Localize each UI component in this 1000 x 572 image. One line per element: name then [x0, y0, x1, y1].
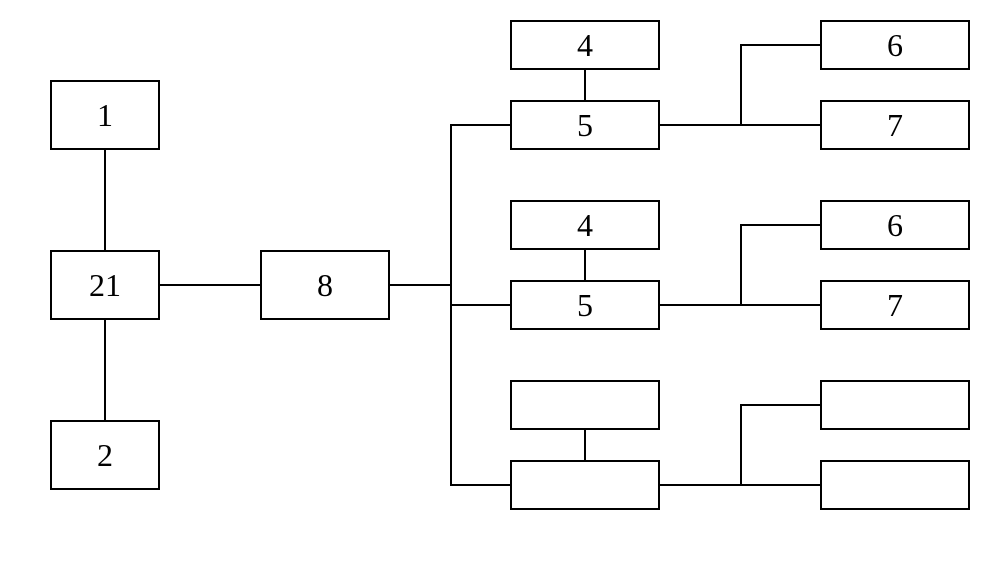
line-g1-5-to-j — [660, 124, 740, 126]
box-1: 1 — [50, 80, 160, 150]
box-g3-4 — [510, 380, 660, 430]
box-2: 2 — [50, 420, 160, 490]
line-g3-4-to-5 — [584, 430, 586, 460]
line-g2-j-to-7 — [740, 304, 820, 306]
box-g3-6 — [820, 380, 970, 430]
box-g1-6: 6 — [820, 20, 970, 70]
line-bus-to-g1-5 — [450, 124, 510, 126]
line-g1-j-to-6 — [740, 44, 820, 46]
box-g2-6: 6 — [820, 200, 970, 250]
box-g2-7: 7 — [820, 280, 970, 330]
line-1-to-21 — [104, 150, 106, 250]
box-g2-5: 5 — [510, 280, 660, 330]
line-g2-5-to-j — [660, 304, 740, 306]
line-g1-j-to-7 — [740, 124, 820, 126]
line-g1-4-to-5 — [584, 70, 586, 100]
line-21-to-8 — [160, 284, 260, 286]
line-g2-j-vert — [740, 224, 742, 306]
box-g1-4: 4 — [510, 20, 660, 70]
box-g3-7 — [820, 460, 970, 510]
line-g3-j-to-6 — [740, 404, 820, 406]
line-g3-j-vert — [740, 404, 742, 486]
line-g1-j-vert — [740, 44, 742, 126]
box-g2-4: 4 — [510, 200, 660, 250]
line-g3-j-to-7 — [740, 484, 820, 486]
line-g3-5-to-j — [660, 484, 740, 486]
line-g2-4-to-5 — [584, 250, 586, 280]
line-8-to-bus — [390, 284, 450, 286]
line-21-to-2 — [104, 320, 106, 420]
box-g1-5: 5 — [510, 100, 660, 150]
line-bus-to-g3-5 — [450, 484, 510, 486]
box-21: 21 — [50, 250, 160, 320]
box-g3-5 — [510, 460, 660, 510]
box-8: 8 — [260, 250, 390, 320]
line-bus-to-g2-5 — [450, 304, 510, 306]
line-g2-j-to-6 — [740, 224, 820, 226]
box-g1-7: 7 — [820, 100, 970, 150]
